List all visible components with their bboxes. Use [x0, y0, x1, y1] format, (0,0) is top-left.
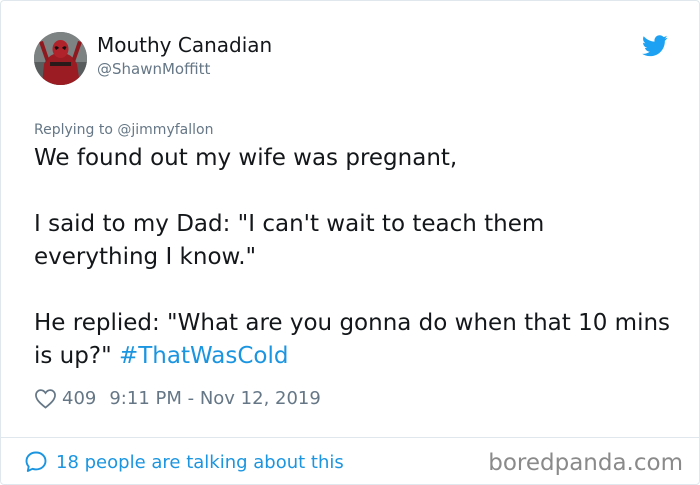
tweet-card: Mouthy Canadian @ShawnMoffitt Replying t… — [0, 0, 700, 485]
tweet-meta: 409 9:11 PM - Nov 12, 2019 — [34, 385, 321, 411]
avatar[interactable] — [34, 32, 87, 85]
conversation-link[interactable]: 18 people are talking about this — [24, 448, 344, 476]
like-count[interactable]: 409 — [62, 388, 96, 409]
reply-mention-link[interactable]: @jimmyfallon — [117, 122, 213, 138]
twitter-bird-icon[interactable] — [642, 35, 668, 57]
footer-divider — [1, 437, 699, 438]
boredpanda-watermark: boredpanda.com — [488, 450, 683, 476]
tweet-timestamp[interactable]: 9:11 PM - Nov 12, 2019 — [109, 388, 320, 409]
replying-to: Replying to @jimmyfallon — [34, 120, 213, 140]
tweet-paragraph-2: I said to my Dad: "I can't wait to teach… — [34, 211, 545, 270]
tweet-paragraph-3: He replied: "What are you gonna do when … — [34, 307, 674, 373]
author-handle[interactable]: @ShawnMoffitt — [97, 59, 210, 79]
speech-bubble-icon — [24, 450, 48, 474]
hashtag-link[interactable]: #ThatWasCold — [119, 343, 288, 369]
tweet-line-1: We found out my wife was pregnant, — [34, 145, 458, 171]
deadpool-avatar-icon — [34, 32, 87, 85]
tweet-text: We found out my wife was pregnant, I sai… — [34, 142, 674, 373]
conversation-label[interactable]: 18 people are talking about this — [56, 452, 344, 473]
author-display-name[interactable]: Mouthy Canadian — [97, 33, 272, 57]
replying-prefix: Replying to — [34, 122, 113, 138]
heart-icon[interactable] — [34, 388, 57, 409]
